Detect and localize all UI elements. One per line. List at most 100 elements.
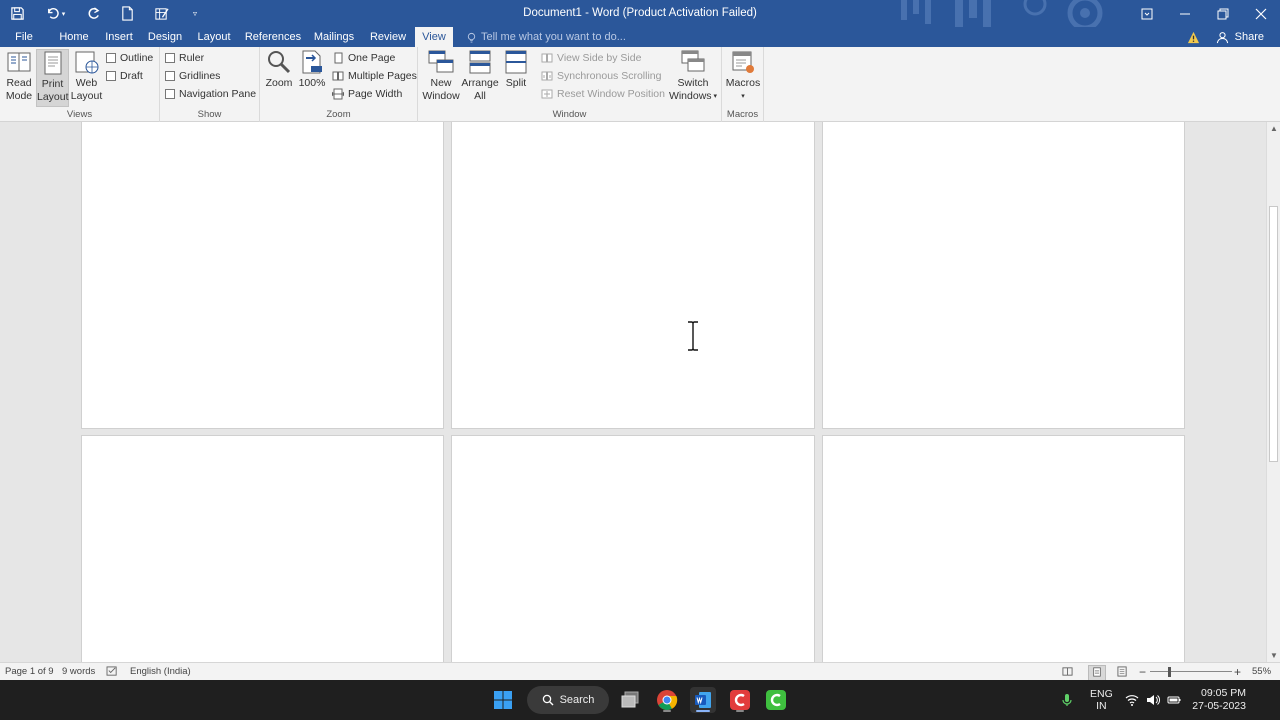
zoom-100-button[interactable]: 100% bbox=[297, 49, 327, 107]
ruler-checkbox[interactable]: Ruler bbox=[165, 52, 204, 64]
ruler-checkbox-box[interactable] bbox=[165, 53, 175, 63]
tell-me-search[interactable]: Tell me what you want to do... bbox=[466, 27, 626, 47]
taskbar-task-view[interactable] bbox=[617, 687, 643, 713]
tab-layout[interactable]: Layout bbox=[193, 27, 235, 47]
ribbon-display-options-button[interactable] bbox=[1128, 0, 1166, 27]
new-document-button[interactable] bbox=[110, 0, 144, 27]
share-button[interactable]: Share bbox=[1187, 27, 1264, 47]
tab-view[interactable]: View bbox=[415, 27, 453, 47]
proofing-icon[interactable] bbox=[106, 663, 119, 681]
navigation-pane-checkbox-box[interactable] bbox=[165, 89, 175, 99]
language-indicator[interactable]: English (India) bbox=[130, 663, 191, 681]
macros-button[interactable]: Macros ▾ bbox=[725, 49, 761, 107]
close-button[interactable] bbox=[1242, 0, 1280, 27]
tab-review[interactable]: Review bbox=[364, 27, 412, 47]
title-bar: Document1 - Word (Product Activation Fai… bbox=[0, 0, 1280, 27]
draft-label: Draft bbox=[120, 70, 143, 82]
tab-design[interactable]: Design bbox=[144, 27, 186, 47]
gridlines-checkbox-box[interactable] bbox=[165, 71, 175, 81]
input-language-region: IN bbox=[1096, 700, 1107, 712]
outline-button[interactable]: Outline bbox=[106, 52, 153, 64]
page-6[interactable] bbox=[822, 435, 1185, 662]
read-mode-label-1: Read bbox=[6, 77, 32, 89]
taskbar-chrome[interactable] bbox=[654, 687, 680, 713]
navigation-pane-checkbox[interactable]: Navigation Pane bbox=[165, 88, 256, 100]
split-button[interactable]: Split bbox=[501, 49, 531, 107]
system-tray[interactable] bbox=[1125, 680, 1181, 720]
input-language[interactable]: ENG IN bbox=[1090, 680, 1113, 720]
tab-mailings[interactable]: Mailings bbox=[310, 27, 358, 47]
taskbar-app-red[interactable] bbox=[727, 687, 753, 713]
outline-label: Outline bbox=[120, 52, 154, 64]
split-label: Split bbox=[505, 77, 527, 89]
web-layout-button[interactable]: Web Layout bbox=[70, 49, 103, 107]
print-layout-button[interactable]: Print Layout bbox=[36, 49, 69, 107]
chrome-running-indicator bbox=[663, 710, 671, 712]
reset-window-position-button[interactable]: Reset Window Position bbox=[541, 88, 665, 100]
vertical-scrollbar[interactable]: ▲ ▼ bbox=[1266, 122, 1280, 662]
zoom-slider[interactable] bbox=[1150, 671, 1232, 672]
read-mode-view-icon[interactable] bbox=[1062, 663, 1073, 681]
page-2[interactable] bbox=[451, 122, 815, 429]
draft-button[interactable]: Draft bbox=[106, 70, 143, 82]
zoom-out-button[interactable]: − bbox=[1139, 663, 1146, 681]
text-cursor-icon bbox=[688, 320, 698, 352]
zoom-in-button[interactable]: + bbox=[1234, 663, 1241, 681]
page-count[interactable]: Page 1 of 9 bbox=[5, 663, 54, 681]
page-1[interactable] bbox=[81, 122, 444, 429]
tab-home[interactable]: Home bbox=[54, 27, 94, 47]
zoom-button[interactable]: Zoom bbox=[263, 49, 295, 107]
start-button[interactable] bbox=[490, 687, 516, 713]
save-button[interactable] bbox=[0, 0, 34, 27]
scroll-down-icon[interactable]: ▼ bbox=[1270, 651, 1278, 660]
tab-file[interactable]: File bbox=[0, 27, 48, 47]
new-window-button[interactable]: New Window bbox=[421, 49, 461, 107]
word-count[interactable]: 9 words bbox=[62, 663, 95, 681]
web-layout-label-1: Web bbox=[75, 77, 98, 89]
one-page-label: One Page bbox=[348, 52, 396, 64]
scrollbar-thumb[interactable] bbox=[1269, 206, 1278, 462]
draw-table-button[interactable] bbox=[144, 0, 178, 27]
web-layout-view-icon[interactable] bbox=[1117, 663, 1128, 681]
customize-icon: ▿ bbox=[192, 9, 197, 18]
taskbar-app-green[interactable] bbox=[763, 687, 789, 713]
taskbar-search[interactable]: Search bbox=[527, 686, 609, 714]
zoom-group: Zoom 100% One Page Multiple Pages Page W… bbox=[260, 47, 418, 122]
tell-me-placeholder: Tell me what you want to do... bbox=[481, 31, 626, 43]
page-width-icon bbox=[332, 88, 344, 100]
macros-group-label: Macros bbox=[726, 109, 759, 120]
web-layout-icon bbox=[75, 51, 98, 74]
synchronous-scrolling-button[interactable]: Synchronous Scrolling bbox=[541, 70, 661, 82]
tab-references[interactable]: References bbox=[242, 27, 304, 47]
page-4[interactable] bbox=[81, 435, 444, 662]
taskbar-word[interactable] bbox=[690, 687, 716, 713]
view-side-by-side-button[interactable]: View Side by Side bbox=[541, 52, 641, 64]
volume-icon bbox=[1147, 695, 1160, 705]
customize-qat-button[interactable]: ▿ bbox=[178, 0, 212, 27]
gridlines-checkbox[interactable]: Gridlines bbox=[165, 70, 220, 82]
tab-insert[interactable]: Insert bbox=[100, 27, 138, 47]
page-width-button[interactable]: Page Width bbox=[332, 88, 402, 100]
undo-button[interactable]: ▾ bbox=[34, 0, 76, 27]
warning-icon[interactable] bbox=[1187, 31, 1200, 44]
page-5[interactable] bbox=[451, 435, 815, 662]
switch-windows-button[interactable]: Switch Windows ▾ bbox=[668, 49, 718, 107]
page-3[interactable] bbox=[822, 122, 1185, 429]
lightbulb-icon bbox=[467, 32, 476, 43]
scroll-up-icon[interactable]: ▲ bbox=[1270, 124, 1278, 133]
multiple-pages-button[interactable]: Multiple Pages bbox=[332, 70, 417, 82]
undo-dropdown-icon[interactable]: ▾ bbox=[62, 10, 66, 18]
document-canvas[interactable] bbox=[0, 122, 1266, 662]
minimize-icon bbox=[1180, 13, 1190, 14]
clock[interactable]: 09:05 PM 27-05-2023 bbox=[1190, 680, 1246, 720]
microphone-indicator[interactable] bbox=[1060, 680, 1074, 720]
redo-button[interactable] bbox=[76, 0, 110, 27]
read-mode-button[interactable]: Read Mode bbox=[3, 49, 35, 107]
zoom-level[interactable]: 55% bbox=[1252, 663, 1271, 681]
arrange-all-button[interactable]: Arrange All bbox=[461, 49, 499, 107]
word-icon bbox=[695, 692, 711, 708]
one-page-button[interactable]: One Page bbox=[332, 52, 395, 64]
restore-button[interactable] bbox=[1204, 0, 1242, 27]
zoom-slider-thumb[interactable] bbox=[1168, 667, 1171, 677]
minimize-button[interactable] bbox=[1166, 0, 1204, 27]
